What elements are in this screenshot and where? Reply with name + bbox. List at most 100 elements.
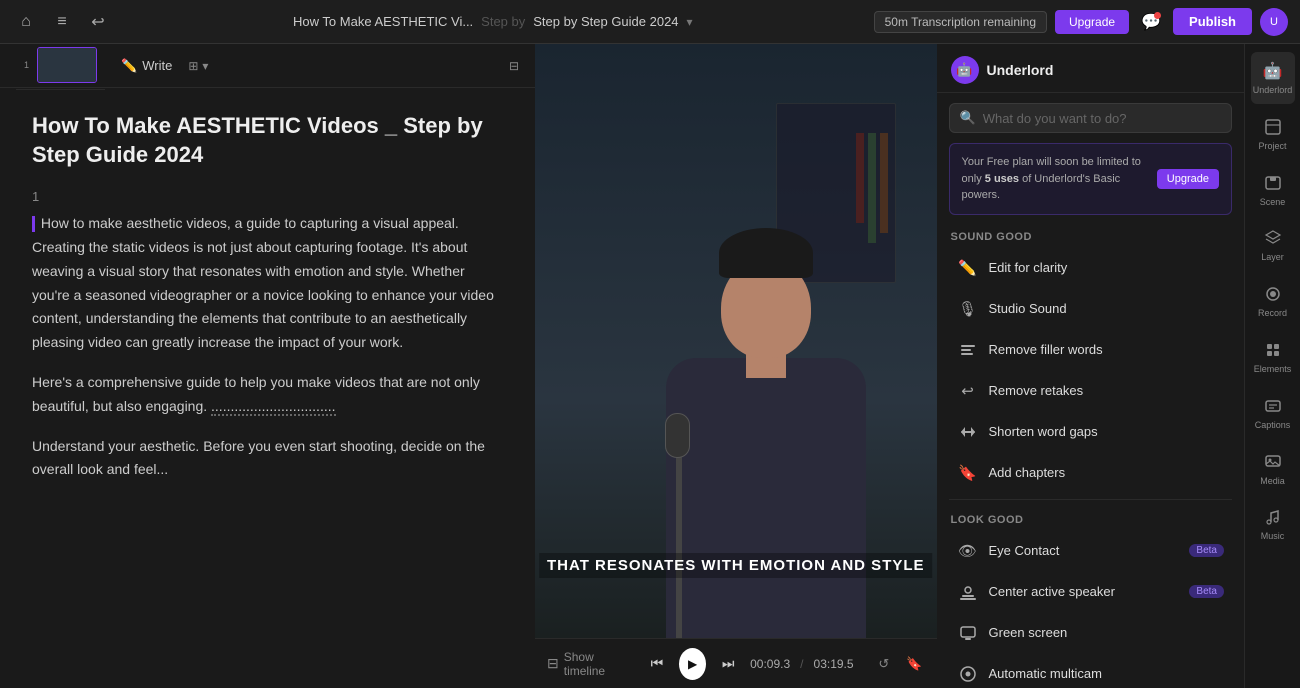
- project-nav-label: Project: [1258, 141, 1286, 152]
- bookmark-button[interactable]: 🔖: [904, 652, 924, 676]
- topbar: ⌂ ≡ ↩ How To Make AESTHETIC Vi... Step b…: [0, 0, 1300, 44]
- write-button[interactable]: ✏️ Write: [113, 54, 180, 78]
- write-label: Write: [142, 58, 172, 73]
- automatic-multicam-item[interactable]: Automatic multicam: [943, 654, 1238, 688]
- eye-contact-label: Eye Contact: [989, 543, 1060, 558]
- studio-sound-label: Studio Sound: [989, 301, 1067, 316]
- eye-contact-item[interactable]: 👁 Eye Contact Beta: [943, 531, 1238, 571]
- sidebar-right-wrapper: 🤖 Underlord 🔍 Your Free plan will soon b…: [937, 44, 1300, 688]
- sidebar-item-media[interactable]: Media: [1251, 443, 1295, 495]
- notification-dot: [1154, 12, 1161, 19]
- upgrade-notice: Your Free plan will soon be limited to o…: [949, 143, 1232, 215]
- edit-for-clarity-item[interactable]: ✏️ Edit for clarity: [943, 248, 1238, 288]
- topbar-center: How To Make AESTHETIC Vi... Step by Step…: [293, 14, 693, 29]
- underlord-header: 🤖 Underlord: [937, 44, 1244, 93]
- topbar-right: 50m Transcription remaining Upgrade 💬 Pu…: [874, 8, 1288, 36]
- upgrade-button-top[interactable]: Upgrade: [1055, 10, 1129, 34]
- automatic-multicam-icon: [957, 663, 979, 685]
- sound-good-label: Sound Good: [937, 223, 1244, 247]
- edit-for-clarity-label: Edit for clarity: [989, 260, 1068, 275]
- time-total: 03:19.5: [814, 657, 854, 671]
- thumb-num: 1: [24, 60, 29, 70]
- sidebar-item-music[interactable]: Music: [1251, 498, 1295, 550]
- add-chapters-icon: 🔖: [957, 462, 979, 484]
- write-icon: ✏️: [121, 58, 137, 74]
- center-active-speaker-badge: Beta: [1189, 585, 1224, 598]
- add-chapters-item[interactable]: 🔖 Add chapters: [943, 453, 1238, 493]
- shorten-word-gaps-icon: [957, 421, 979, 443]
- thumbnail-strip: 1: [16, 44, 105, 90]
- undo-button[interactable]: ↩: [84, 8, 112, 36]
- layout-dropdown: ▾: [202, 59, 208, 73]
- video-controls: ⊟ Show timeline ⏮ ▶ ⏭ 00:09.3 / 03:19.5 …: [535, 638, 937, 688]
- video-frame: THAT RESONATES WITH EMOTION AND STYLE: [535, 44, 937, 638]
- cursor-indicator: [32, 216, 35, 232]
- play-button[interactable]: ▶: [679, 648, 706, 680]
- time-separator: /: [800, 657, 803, 671]
- home-button[interactable]: ⌂: [12, 8, 40, 36]
- editor-toolbar: 1 ✏️ Write ⊞ ▾ ⊟: [0, 44, 535, 88]
- sidebar-item-record[interactable]: Record: [1251, 275, 1295, 327]
- remove-filler-words-item[interactable]: Remove filler words: [943, 330, 1238, 370]
- publish-button[interactable]: Publish: [1173, 8, 1252, 35]
- layout-icon: ⊞: [188, 59, 198, 73]
- layer-nav-icon: [1262, 227, 1284, 249]
- thumbnail-1[interactable]: [37, 47, 97, 83]
- center-active-speaker-label: Center active speaker: [989, 584, 1115, 599]
- shorten-word-gaps-item[interactable]: Shorten word gaps: [943, 412, 1238, 452]
- upgrade-button-notice[interactable]: Upgrade: [1157, 169, 1219, 189]
- center-active-speaker-item[interactable]: Center active speaker Beta: [943, 572, 1238, 612]
- loop-button[interactable]: ↺: [874, 652, 894, 676]
- search-input[interactable]: [983, 111, 1221, 126]
- show-timeline-label: Show timeline: [564, 650, 625, 678]
- main-layout: 1 ✏️ Write ⊞ ▾ ⊟ How To Make AESTHETIC V…: [0, 44, 1300, 688]
- sidebar-item-underlord[interactable]: 🤖 Underlord: [1251, 52, 1295, 104]
- scene-view-button[interactable]: ⊟: [509, 59, 519, 73]
- section-divider-1: [949, 499, 1232, 500]
- elements-nav-label: Elements: [1254, 364, 1292, 375]
- look-good-label: Look Good: [937, 506, 1244, 530]
- doc-title: How To Make AESTHETIC Videos _ Step by S…: [32, 112, 503, 169]
- video-area: THAT RESONATES WITH EMOTION AND STYLE: [535, 44, 937, 638]
- show-timeline-button[interactable]: ⊟ Show timeline: [547, 650, 625, 678]
- sidebar-item-elements[interactable]: Elements: [1251, 331, 1295, 383]
- skip-forward-button[interactable]: ⏭: [716, 650, 740, 678]
- green-screen-icon: [957, 622, 979, 644]
- studio-sound-item[interactable]: 🎙 Studio Sound: [943, 289, 1238, 329]
- sidebar-item-scene[interactable]: Scene: [1251, 164, 1295, 216]
- menu-button[interactable]: ≡: [48, 8, 76, 36]
- time-current: 00:09.3: [750, 657, 790, 671]
- automatic-multicam-label: Automatic multicam: [989, 666, 1102, 681]
- remove-retakes-item[interactable]: ↩ Remove retakes: [943, 371, 1238, 411]
- avatar[interactable]: U: [1260, 8, 1288, 36]
- scene-nav-icon: [1262, 172, 1284, 194]
- search-bar[interactable]: 🔍: [949, 103, 1232, 133]
- dotted-underline: ................................: [211, 398, 335, 416]
- music-nav-label: Music: [1261, 531, 1285, 542]
- script-paragraph-1: How to make aesthetic videos, a guide to…: [32, 212, 503, 355]
- remove-retakes-icon: ↩: [957, 380, 979, 402]
- center-active-speaker-icon: [957, 581, 979, 603]
- file-title: How To Make AESTHETIC Vi...: [293, 14, 473, 29]
- underlord-title: Underlord: [987, 62, 1054, 78]
- green-screen-item[interactable]: Green screen: [943, 613, 1238, 653]
- upgrade-notice-text: Your Free plan will soon be limited to o…: [962, 154, 1149, 204]
- underlord-nav-label: Underlord: [1253, 85, 1293, 96]
- breadcrumb-dropdown[interactable]: ▾: [687, 15, 693, 29]
- sidebar-item-project[interactable]: Project: [1251, 108, 1295, 160]
- video-panel: THAT RESONATES WITH EMOTION AND STYLE ⊟ …: [535, 44, 937, 688]
- comment-button[interactable]: 💬: [1137, 8, 1165, 36]
- media-nav-icon: [1262, 451, 1284, 473]
- breadcrumb-sep: Step by: [481, 14, 525, 29]
- studio-sound-icon: 🎙: [957, 298, 979, 320]
- sidebar-item-captions[interactable]: Captions: [1251, 387, 1295, 439]
- edit-for-clarity-icon: ✏️: [957, 257, 979, 279]
- record-nav-label: Record: [1258, 308, 1287, 319]
- editor-panel: 1 ✏️ Write ⊞ ▾ ⊟ How To Make AESTHETIC V…: [0, 44, 535, 688]
- layout-button[interactable]: ⊞ ▾: [188, 59, 208, 73]
- editor-content: How To Make AESTHETIC Videos _ Step by S…: [0, 88, 535, 688]
- sidebar-item-layer[interactable]: Layer: [1251, 219, 1295, 271]
- skip-back-button[interactable]: ⏮: [645, 650, 669, 678]
- captions-nav-label: Captions: [1255, 420, 1291, 431]
- timeline-icon: ⊟: [547, 655, 559, 672]
